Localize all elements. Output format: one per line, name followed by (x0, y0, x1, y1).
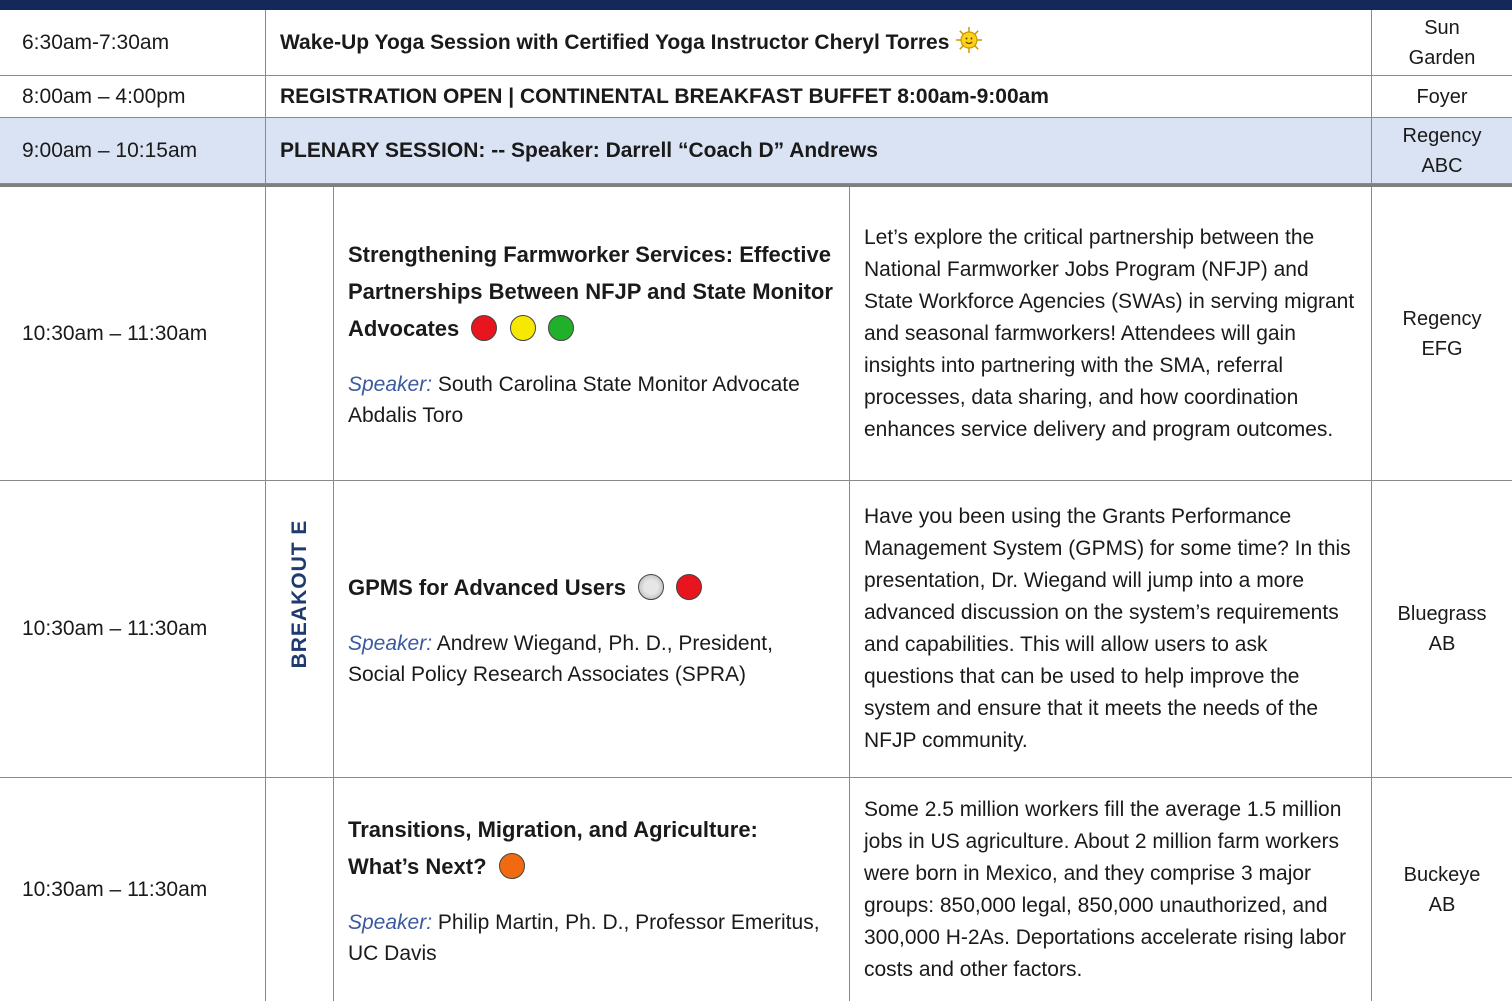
time-cell: 8:00am – 4:00pm (0, 76, 266, 117)
session-title-text: Strengthening Farmworker Services: Effec… (348, 242, 833, 341)
speaker-line: Speaker: Philip Martin, Ph. D., Professo… (348, 907, 833, 969)
room-cell: Foyer (1416, 85, 1468, 108)
room-cell: Sun Garden (1372, 10, 1512, 75)
time-cell: 10:30am – 11:30am (0, 481, 266, 777)
room-cell: Regency EFG (1372, 187, 1512, 480)
level-dots (632, 573, 703, 600)
session-row: 10:30am – 11:30am Strengthening Farmwork… (0, 187, 1512, 481)
event-title-cell: Wake-Up Yoga Session with Certified Yoga… (266, 10, 1372, 75)
red-level-icon (676, 573, 703, 600)
red-level-icon (471, 315, 498, 341)
gray-level-icon (638, 573, 665, 600)
schedule-row-registration: 8:00am – 4:00pm REGISTRATION OPEN | CONT… (0, 76, 1512, 118)
session-title-text: GPMS for Advanced Users (348, 574, 626, 600)
orange-level-icon (498, 852, 525, 879)
event-title: PLENARY SESSION: -- Speaker: Darrell “Co… (266, 118, 1372, 183)
room-line2: EFG (1421, 337, 1463, 360)
room-cell: Regency ABC (1372, 118, 1512, 183)
session-title-text: Transitions, Migration, and Agriculture:… (348, 816, 758, 879)
session-row: 10:30am – 11:30am GPMS for Advanced User… (0, 481, 1512, 778)
sun-icon (955, 26, 983, 60)
speaker-label: Speaker: (348, 910, 433, 934)
room-line2: AB (1428, 893, 1456, 916)
room-line1: Bluegrass (1397, 603, 1487, 625)
header-bar (0, 0, 1512, 10)
room-line1: Buckeye (1403, 863, 1481, 886)
room-line1: Sun (1424, 16, 1460, 39)
level-dots (493, 852, 525, 879)
speaker-label: Speaker: (348, 631, 433, 655)
session-info-cell: Strengthening Farmworker Services: Effec… (334, 187, 850, 480)
room-cell: Bluegrass AB (1372, 481, 1512, 777)
description-cell: Have you been using the Grants Performan… (850, 481, 1372, 777)
room-line2: AB (1428, 633, 1456, 655)
schedule-row-plenary: 9:00am – 10:15am PLENARY SESSION: -- Spe… (0, 118, 1512, 184)
speaker-label: Speaker: (348, 373, 433, 396)
session-info-cell: Transitions, Migration, and Agriculture:… (334, 778, 850, 1001)
time-cell: 10:30am – 11:30am (0, 187, 266, 480)
session-title: Strengthening Farmworker Services: Effec… (348, 236, 833, 347)
time-cell: 6:30am-7:30am (0, 10, 266, 75)
speaker-line: Speaker: Andrew Wiegand, Ph. D., Preside… (348, 628, 833, 690)
room-cell: Buckeye AB (1372, 778, 1512, 1001)
level-dots (465, 315, 574, 341)
room-line1: Regency (1402, 124, 1482, 147)
session-title: GPMS for Advanced Users (348, 569, 703, 606)
schedule-row-yoga: 6:30am-7:30am Wake-Up Yoga Session with … (0, 10, 1512, 76)
green-level-icon (547, 315, 574, 341)
yellow-level-icon (509, 315, 536, 341)
description-cell: Let’s explore the critical partnership b… (850, 187, 1372, 480)
room-line2: Garden (1408, 46, 1476, 69)
session-title: Transitions, Migration, and Agriculture:… (348, 811, 833, 885)
event-title: Wake-Up Yoga Session with Certified Yoga… (280, 30, 950, 54)
room-line2: ABC (1421, 154, 1463, 177)
session-info-cell: GPMS for Advanced Users Speaker: Andrew … (334, 481, 850, 777)
time-cell: 10:30am – 11:30am (0, 778, 266, 1001)
event-title: REGISTRATION OPEN | CONTINENTAL BREAKFAS… (266, 76, 1372, 117)
time-cell: 9:00am – 10:15am (0, 118, 266, 183)
description-cell: Some 2.5 million workers fill the averag… (850, 778, 1372, 1001)
session-row: 10:30am – 11:30am Transitions, Migration… (0, 778, 1512, 1001)
speaker-line: Speaker: South Carolina State Monitor Ad… (348, 369, 833, 431)
room-line1: Regency (1402, 307, 1482, 330)
